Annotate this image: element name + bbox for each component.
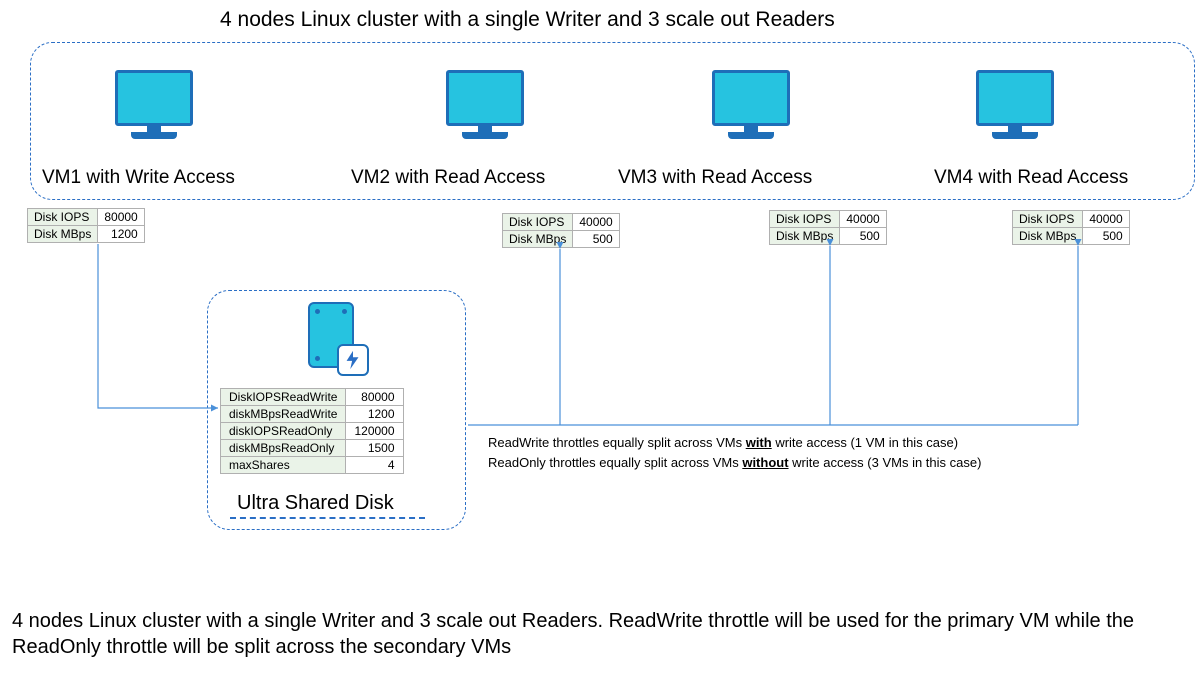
monitor-vm2	[446, 70, 524, 139]
vm1-label: VM1 with Write Access	[42, 167, 235, 189]
caption: 4 nodes Linux cluster with a single Writ…	[12, 608, 1182, 660]
vm2-stats: Disk IOPS40000 Disk MBps500	[502, 213, 620, 248]
monitor-vm4	[976, 70, 1054, 139]
disk-title: Ultra Shared Disk	[237, 492, 394, 515]
vm4-label: VM4 with Read Access	[934, 167, 1128, 189]
vm2-label: VM2 with Read Access	[351, 167, 545, 189]
explain-text: ReadWrite throttles equally split across…	[488, 433, 981, 472]
vm1-stats: Disk IOPS80000 Disk MBps1200	[27, 208, 145, 243]
vm4-stats: Disk IOPS40000 Disk MBps500	[1012, 210, 1130, 245]
diagram-title: 4 nodes Linux cluster with a single Writ…	[220, 8, 835, 32]
disk-title-underline	[230, 517, 425, 519]
vm3-stats: Disk IOPS40000 Disk MBps500	[769, 210, 887, 245]
monitor-vm3	[712, 70, 790, 139]
bolt-icon	[337, 344, 369, 376]
monitor-vm1	[115, 70, 193, 139]
vm3-label: VM3 with Read Access	[618, 167, 812, 189]
disk-props-table: DiskIOPSReadWrite80000 diskMBpsReadWrite…	[220, 388, 404, 474]
